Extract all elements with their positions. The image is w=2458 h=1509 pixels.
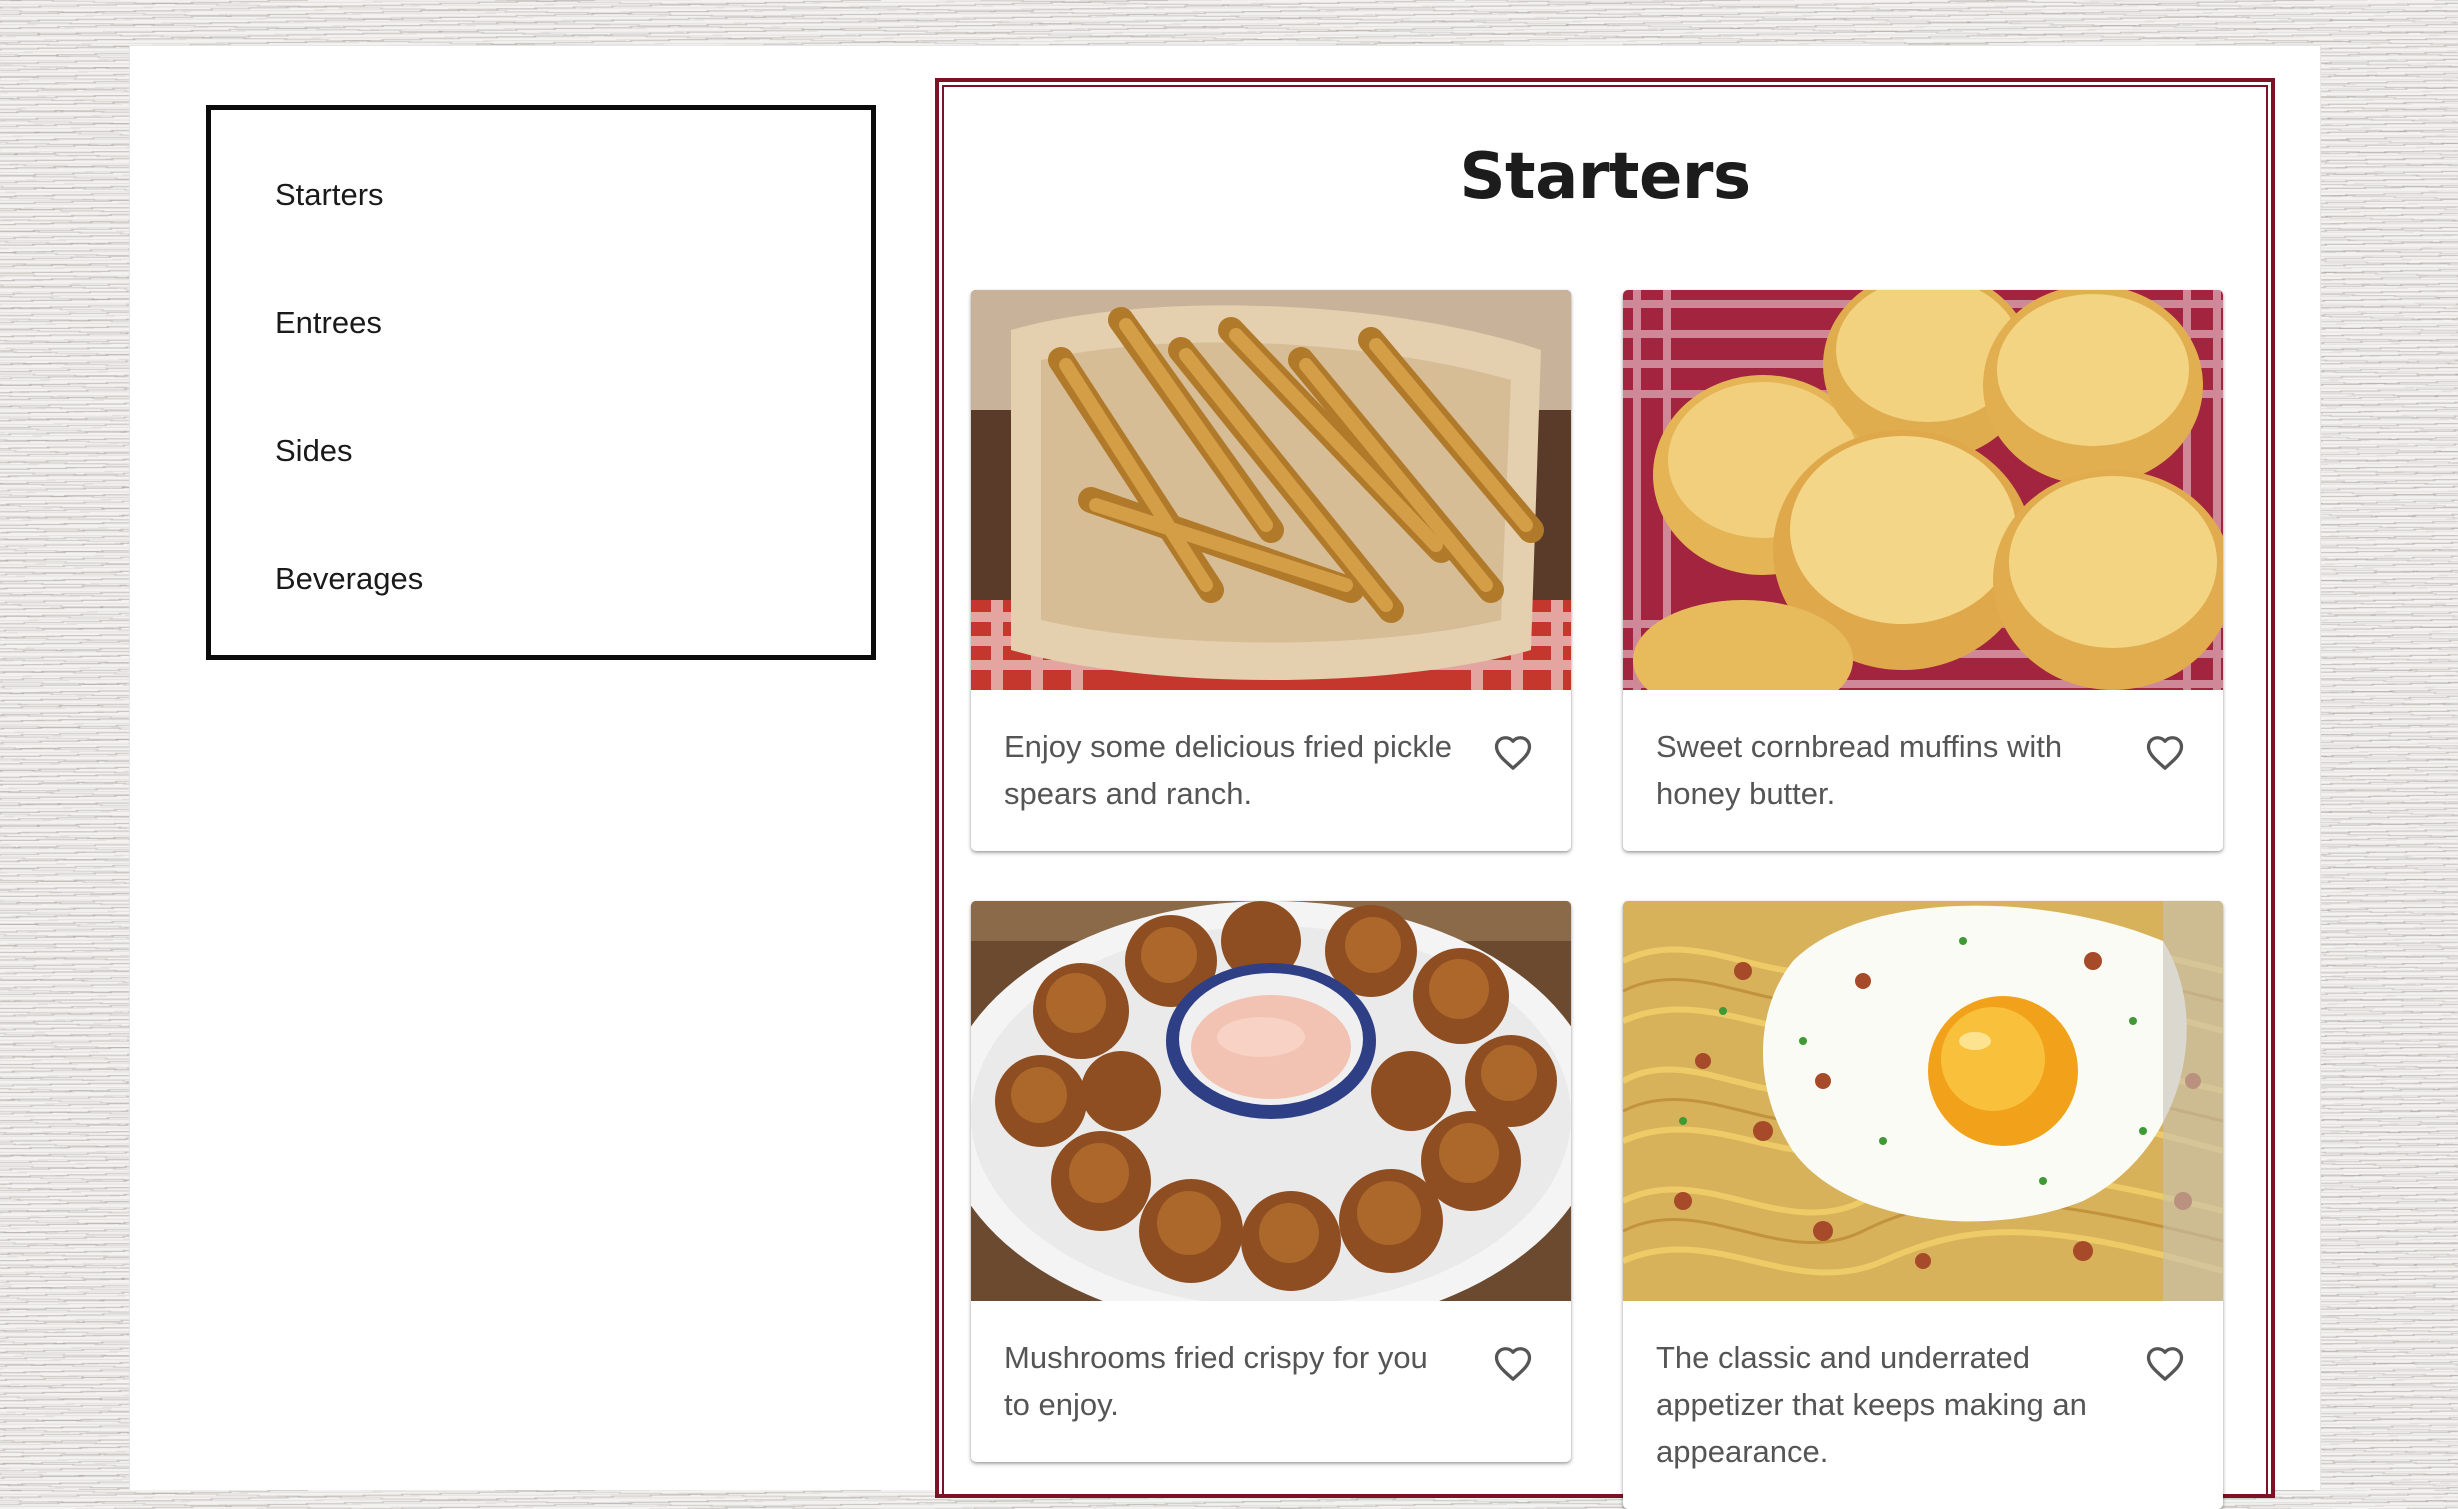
menu-card: Enjoy some delicious fried pickle spears…: [971, 290, 1571, 851]
card-body: The classic and underrated appetizer tha…: [1623, 1301, 2223, 1509]
heart-outline-icon[interactable]: [2143, 1342, 2187, 1386]
fried-mushrooms-image: [971, 901, 1571, 1301]
nav-item-entrees[interactable]: Entrees: [275, 307, 382, 338]
card-description: The classic and underrated appetizer tha…: [1656, 1340, 2087, 1469]
fried-pickles-image: [971, 290, 1571, 690]
card-body: Mushrooms fried crispy for you to enjoy.: [971, 1301, 1571, 1462]
category-nav: Starters Entrees Sides Beverages: [206, 105, 876, 660]
card-description: Mushrooms fried crispy for you to enjoy.: [1004, 1340, 1428, 1422]
menu-card: Sweet cornbread muffins with honey butte…: [1623, 290, 2223, 851]
menu-card: Mushrooms fried crispy for you to enjoy.: [971, 901, 1571, 1462]
pasta-with-fried-egg-image: [1623, 901, 2223, 1301]
card-body: Enjoy some delicious fried pickle spears…: [971, 690, 1571, 851]
cornbread-muffins-image: [1623, 290, 2223, 690]
menu-section: Starters Enjoy some delicious fried pick…: [935, 78, 2275, 1509]
card-body: Sweet cornbread muffins with honey butte…: [1623, 690, 2223, 851]
menu-card: The classic and underrated appetizer tha…: [1623, 901, 2223, 1509]
card-description: Sweet cornbread muffins with honey butte…: [1656, 729, 2063, 811]
heart-outline-icon[interactable]: [1491, 1342, 1535, 1386]
nav-item-starters[interactable]: Starters: [275, 179, 384, 210]
wood-background: [0, 0, 2458, 48]
nav-item-beverages[interactable]: Beverages: [275, 563, 423, 594]
card-description: Enjoy some delicious fried pickle spears…: [1004, 729, 1452, 811]
page-container: Starters Entrees Sides Beverages Starter…: [129, 45, 2321, 1509]
heart-outline-icon[interactable]: [2143, 731, 2187, 775]
heart-outline-icon[interactable]: [1491, 731, 1535, 775]
section-title: Starters: [1459, 140, 1751, 214]
nav-item-sides[interactable]: Sides: [275, 435, 353, 466]
